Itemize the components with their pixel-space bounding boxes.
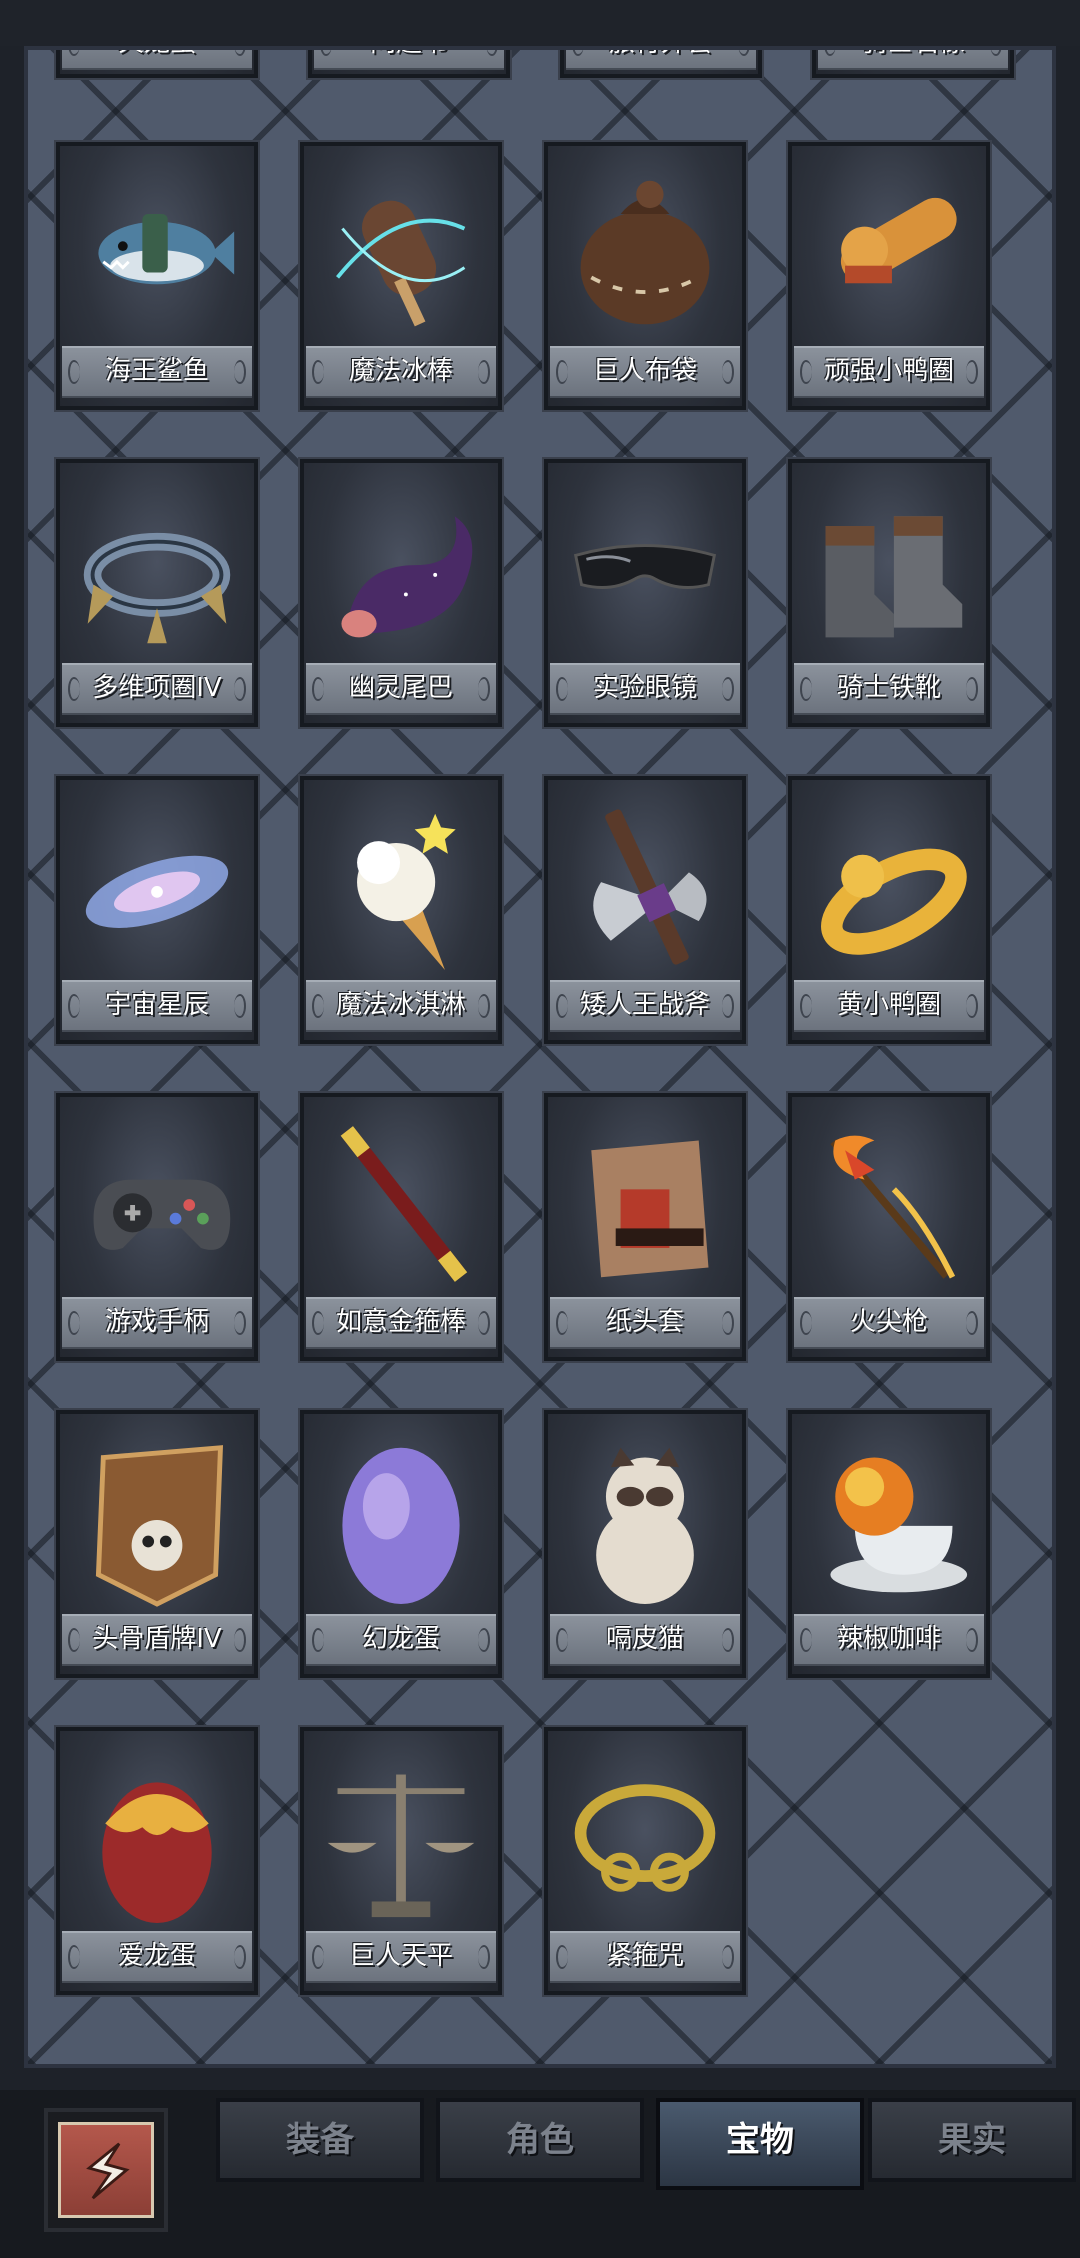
item-card[interactable]: 矮人王战斧: [544, 776, 746, 1044]
item-card[interactable]: 游戏手柄: [56, 1093, 258, 1361]
item-card[interactable]: 火尖枪: [788, 1093, 990, 1361]
top-status-strip: [0, 0, 1080, 46]
item-name-label: 骑士铁靴: [794, 663, 984, 715]
item-name-label: 实验眼镜: [550, 663, 740, 715]
duck-ring-icon: [806, 158, 972, 348]
item-card[interactable]: 巨人天平: [300, 1727, 502, 1995]
paper-bag-mask-icon: [562, 1109, 728, 1299]
spiked-collar-icon: [74, 475, 240, 665]
item-name-label: 旅行外套: [566, 50, 756, 70]
item-name-label: 嗝皮猫: [550, 1614, 740, 1666]
item-name-label: 幽灵尾巴: [306, 663, 496, 715]
item-name-label: 海王鲨鱼: [62, 346, 252, 398]
yellow-duck-ring-icon: [806, 792, 972, 982]
item-name-label: 火龙蛋: [62, 50, 252, 70]
item-name-label: 矮人王战斧: [550, 980, 740, 1032]
item-card[interactable]: 如意金箍棒: [300, 1093, 502, 1361]
item-name-label: 游戏手柄: [62, 1297, 252, 1349]
item-name-label: 火尖枪: [794, 1297, 984, 1349]
item-card[interactable]: 头骨盾牌IV: [56, 1410, 258, 1678]
item-card[interactable]: 紧箍咒: [544, 1727, 746, 1995]
item-card[interactable]: 纸头套: [544, 1093, 746, 1361]
goggles-icon: [562, 475, 728, 665]
item-card[interactable]: 海王鲨鱼: [56, 142, 258, 410]
item-card[interactable]: 黄小鸭圈: [788, 776, 990, 1044]
item-card[interactable]: 幽灵尾巴: [300, 459, 502, 727]
item-name-label: 魔法冰淇淋: [306, 980, 496, 1032]
item-card[interactable]: 宇宙星辰: [56, 776, 258, 1044]
galaxy-icon: [74, 792, 240, 982]
back-button[interactable]: [44, 2108, 168, 2232]
ghost-tail-icon: [318, 475, 484, 665]
item-name-label: 辣椒咖啡: [794, 1614, 984, 1666]
shark-fish-icon: [74, 158, 240, 348]
item-card[interactable]: 辣椒咖啡: [788, 1410, 990, 1678]
tab-treasures[interactable]: 宝物: [656, 2098, 864, 2190]
item-card-partial[interactable]: 旅行外套: [560, 50, 762, 78]
treasure-grid[interactable]: 火龙蛋 问题书 旅行外套 骑士石像海王鲨鱼 魔法冰棒 巨人布袋 顽强小鸭圈多维项圈IV 幽灵尾…: [24, 46, 1056, 2068]
fire-spear-icon: [806, 1109, 972, 1299]
item-name-label: 问题书: [314, 50, 504, 70]
scales-icon: [318, 1743, 484, 1933]
golden-circlet-icon: [562, 1743, 728, 1933]
sack-icon: [562, 158, 728, 348]
ice-pop-icon: [318, 158, 484, 348]
item-name-label: 宇宙星辰: [62, 980, 252, 1032]
battle-axe-icon: [562, 792, 728, 982]
chili-coffee-icon: [806, 1426, 972, 1616]
item-card[interactable]: 实验眼镜: [544, 459, 746, 727]
tab-characters[interactable]: 角色: [436, 2098, 644, 2182]
item-card[interactable]: 嗝皮猫: [544, 1410, 746, 1678]
item-card[interactable]: 魔法冰棒: [300, 142, 502, 410]
ice-cream-icon: [318, 792, 484, 982]
item-card[interactable]: 顽强小鸭圈: [788, 142, 990, 410]
tab-fruits[interactable]: 果实: [868, 2098, 1076, 2182]
item-card[interactable]: 魔法冰淇淋: [300, 776, 502, 1044]
item-card[interactable]: 幻龙蛋: [300, 1410, 502, 1678]
item-name-label: 骑士石像: [818, 50, 1008, 70]
tab-equipment[interactable]: 装备: [216, 2098, 424, 2182]
item-card[interactable]: 爱龙蛋: [56, 1727, 258, 1995]
item-name-label: 黄小鸭圈: [794, 980, 984, 1032]
item-name-label: 多维项圈IV: [62, 663, 252, 715]
item-card-partial[interactable]: 骑士石像: [812, 50, 1014, 78]
purple-dragon-egg-icon: [318, 1426, 484, 1616]
skull-shield-icon: [74, 1426, 240, 1616]
iron-boots-icon: [806, 475, 972, 665]
item-name-label: 巨人天平: [306, 1931, 496, 1983]
item-name-label: 顽强小鸭圈: [794, 346, 984, 398]
item-name-label: 头骨盾牌IV: [62, 1614, 252, 1666]
item-name-label: 纸头套: [550, 1297, 740, 1349]
item-name-label: 爱龙蛋: [62, 1931, 252, 1983]
gamepad-icon: [74, 1109, 240, 1299]
item-name-label: 如意金箍棒: [306, 1297, 496, 1349]
red-dragon-egg-icon: [74, 1743, 240, 1933]
item-name-label: 紧箍咒: [550, 1931, 740, 1983]
item-name-label: 魔法冰棒: [306, 346, 496, 398]
item-card-partial[interactable]: 火龙蛋: [56, 50, 258, 78]
cat-icon: [562, 1426, 728, 1616]
return-arrow-icon: [58, 2122, 154, 2218]
golden-staff-icon: [318, 1109, 484, 1299]
item-card[interactable]: 巨人布袋: [544, 142, 746, 410]
item-card[interactable]: 骑士铁靴: [788, 459, 990, 727]
item-name-label: 巨人布袋: [550, 346, 740, 398]
item-name-label: 幻龙蛋: [306, 1614, 496, 1666]
item-card-partial[interactable]: 问题书: [308, 50, 510, 78]
item-card[interactable]: 多维项圈IV: [56, 459, 258, 727]
